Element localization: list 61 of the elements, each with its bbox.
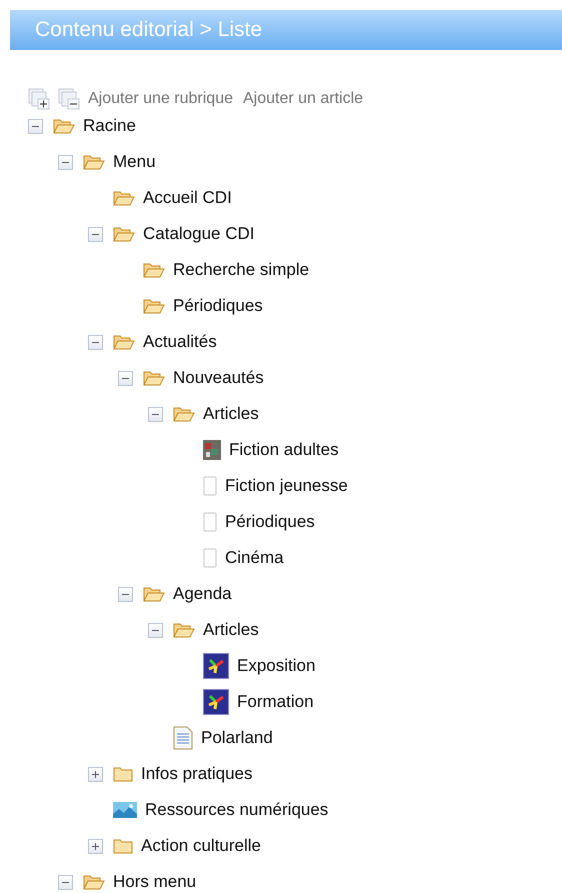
collapse-toggle[interactable] [88,226,103,242]
tree-item-label[interactable]: Infos pratiques [141,761,253,787]
open-folder-icon [173,622,195,638]
tree-item-label[interactable]: Polarland [201,725,273,751]
collapse-toggle[interactable] [58,154,73,170]
image-icon [113,802,137,818]
tree-item-label[interactable]: Ressources numériques [145,797,328,823]
open-folder-icon [143,262,165,278]
expand-toggle[interactable] [88,766,103,782]
tree-item-label[interactable]: Nouveautés [173,365,264,391]
add-pages-icon[interactable] [28,88,52,110]
open-folder-icon [83,154,105,170]
toolbar-link[interactable]: Ajouter un article [242,87,364,111]
star-logo-icon [203,689,229,715]
open-folder-icon [83,874,105,890]
tree-item-label[interactable]: Recherche simple [173,257,310,283]
collapse-toggle[interactable] [148,406,163,422]
collapse-toggle[interactable] [88,334,103,350]
document-icon [173,726,193,750]
open-folder-icon [143,586,165,602]
collapse-toggle[interactable] [148,622,163,638]
folder-icon [113,838,133,854]
tree-item-label[interactable]: Agenda [173,581,232,607]
tree-item-label[interactable]: Articles [203,617,259,643]
open-folder-icon [113,190,135,206]
tree-item-label[interactable]: Fiction adultes [229,437,339,463]
tree-item-label[interactable]: Périodiques [225,509,315,535]
star-logo-icon [203,653,229,679]
collapse-toggle[interactable] [58,874,73,890]
blank-page-icon [203,476,217,496]
page-title: Contenu editorial > Liste [35,17,262,44]
tree-item-label[interactable]: Périodiques [173,293,263,319]
tree-item-label[interactable]: Formation [237,689,314,715]
tree-item-label[interactable]: Menu [113,149,156,175]
expand-toggle[interactable] [88,838,103,854]
blank-page-icon [203,548,217,568]
tree-item-label[interactable]: Exposition [237,653,316,679]
collapse-toggle[interactable] [28,118,43,134]
thumbnail-icon [203,440,221,460]
toolbar-link[interactable]: Ajouter une rubrique [88,87,233,111]
folder-icon [113,766,133,782]
collapse-toggle[interactable] [118,370,133,386]
tree-item-label[interactable]: Accueil CDI [143,185,232,211]
plus-icon [91,770,100,778]
open-folder-icon [173,406,195,422]
open-folder-icon [113,334,135,350]
open-folder-icon [113,226,135,242]
open-folder-icon [143,298,165,314]
collapse-toggle[interactable] [118,586,133,602]
tree-item-label[interactable]: Hors menu [113,869,196,893]
plus-icon [91,842,100,850]
open-folder-icon [143,370,165,386]
tree-item-label[interactable]: Fiction jeunesse [225,473,348,499]
tree-item-label[interactable]: Actualités [143,329,217,355]
open-folder-icon [53,118,75,134]
tree-item-label[interactable]: Catalogue CDI [143,221,255,247]
tree-item-label[interactable]: Racine [83,113,136,139]
tree-item-label[interactable]: Articles [203,401,259,427]
tree-item-label[interactable]: Cinéma [225,545,284,571]
blank-page-icon [203,512,217,532]
tree-item-label[interactable]: Action culturelle [141,833,262,859]
